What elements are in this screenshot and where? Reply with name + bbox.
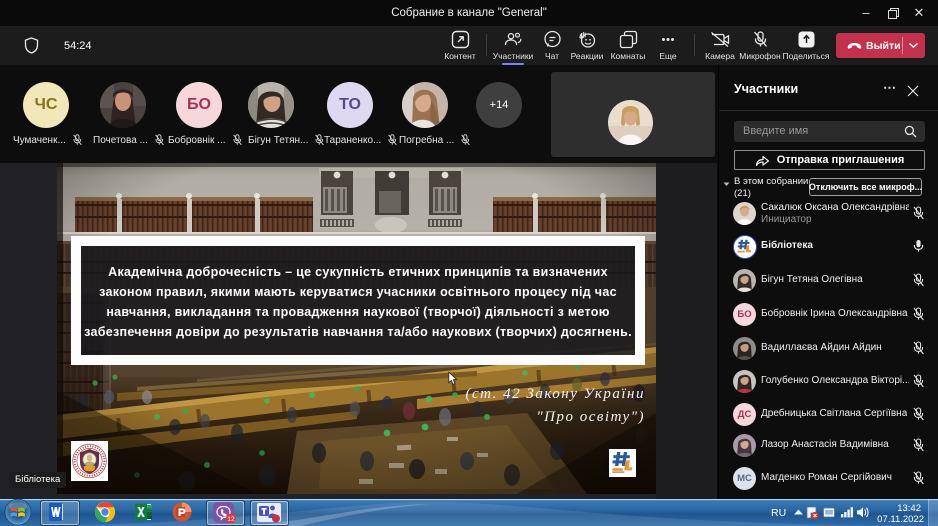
- svg-text:13:42: 13:42: [897, 503, 921, 514]
- svg-text:12: 12: [227, 516, 235, 523]
- svg-text:RU: RU: [771, 507, 786, 519]
- svg-text:07.11.2022: 07.11.2022: [877, 514, 924, 525]
